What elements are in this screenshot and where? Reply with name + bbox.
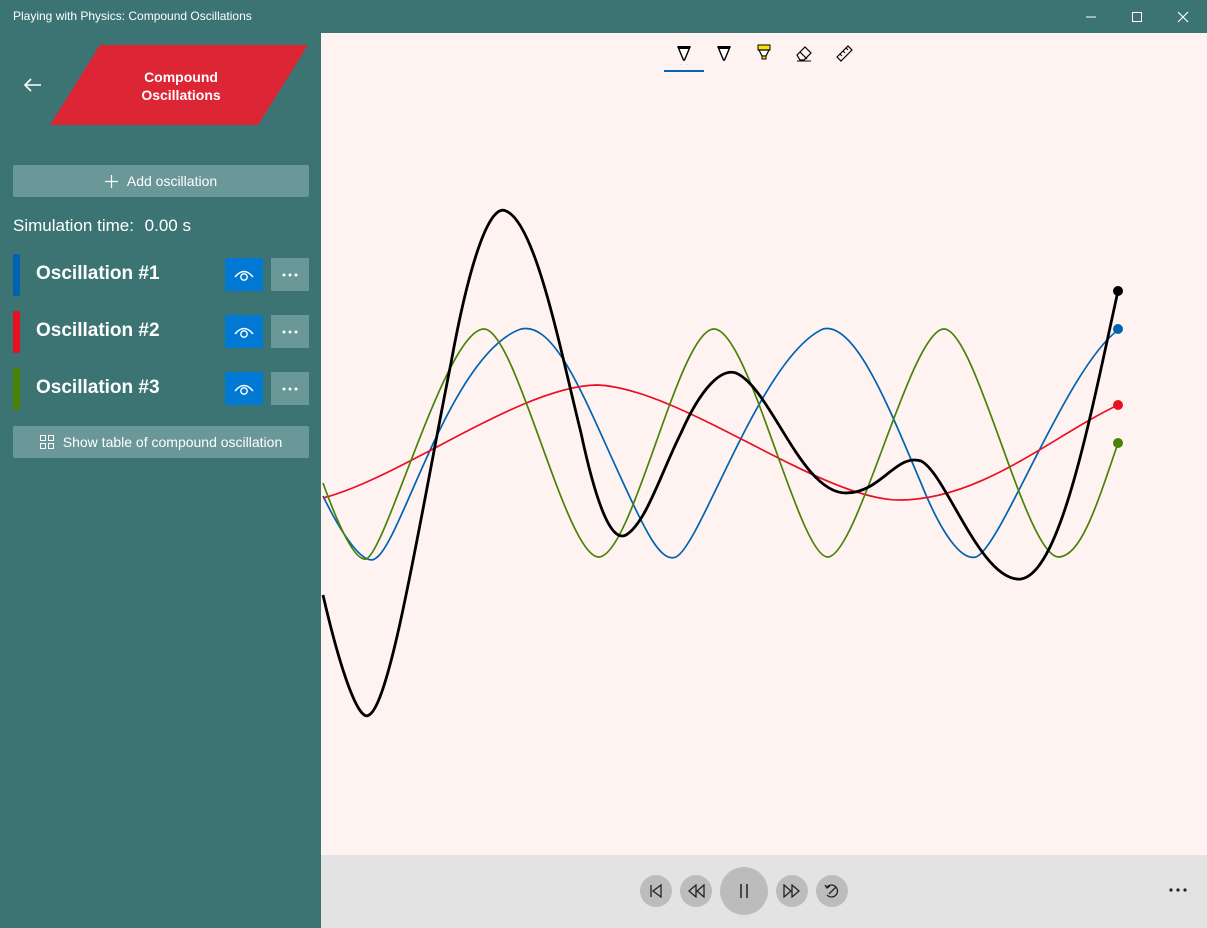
logo-title-line-2: Oscillations — [141, 87, 221, 103]
maximize-icon — [1132, 11, 1142, 22]
pause-button[interactable] — [720, 867, 768, 915]
fast-forward-button[interactable] — [776, 875, 808, 907]
rewind-icon — [688, 884, 705, 898]
rewind-button[interactable] — [680, 875, 712, 907]
oscillation-options-button[interactable] — [271, 372, 309, 405]
simulation-time-label: Simulation time: — [13, 216, 134, 235]
oscillation-color-swatch — [13, 254, 20, 296]
compound-oscillation-line — [321, 208, 1120, 718]
more-horizontal-icon — [1169, 888, 1187, 892]
eye-icon — [234, 327, 254, 338]
skip-to-start-button[interactable] — [640, 875, 672, 907]
back-button[interactable] — [18, 73, 48, 97]
oscillation-canvas[interactable] — [321, 33, 1207, 855]
oscillation-row-3[interactable]: Oscillation #3 — [13, 368, 309, 410]
reset-icon — [824, 884, 839, 898]
oscillation-color-swatch — [13, 311, 20, 353]
compound-oscillation-endpoint — [1113, 286, 1123, 296]
add-oscillation-button[interactable]: Add oscillation — [13, 165, 309, 197]
oscillation-plot-layer — [321, 208, 1123, 718]
more-horizontal-icon — [282, 330, 298, 333]
oscillation-2-endpoint — [1113, 400, 1123, 410]
more-horizontal-icon — [282, 273, 298, 276]
app-logo: Compound Oscillations — [50, 45, 308, 125]
pause-icon — [740, 884, 748, 898]
maximize-button[interactable] — [1114, 0, 1160, 33]
oscillation-options-button[interactable] — [271, 315, 309, 348]
minimize-icon — [1086, 16, 1096, 17]
close-icon — [1177, 11, 1189, 22]
close-button[interactable] — [1160, 0, 1206, 33]
arrow-left-icon — [24, 78, 41, 92]
visibility-toggle-button[interactable] — [225, 315, 263, 348]
oscillation-1-endpoint — [1113, 324, 1123, 334]
oscillation-label: Oscillation #3 — [36, 377, 160, 398]
oscillation-row-2[interactable]: Oscillation #2 — [13, 311, 309, 353]
oscillation-3-endpoint — [1113, 438, 1123, 448]
oscillation-label: Oscillation #2 — [36, 320, 160, 341]
show-table-label: Show table of compound oscillation — [62, 434, 283, 450]
playback-bar — [321, 855, 1207, 928]
more-horizontal-icon — [282, 387, 298, 390]
visibility-toggle-button[interactable] — [225, 258, 263, 291]
logo-title-line-1: Compound — [144, 69, 218, 85]
oscillation-options-button[interactable] — [271, 258, 309, 291]
eye-icon — [234, 384, 254, 395]
title-bar: Playing with Physics: Compound Oscillati… — [0, 0, 1207, 33]
visibility-toggle-button[interactable] — [225, 372, 263, 405]
window-title: Playing with Physics: Compound Oscillati… — [13, 9, 252, 23]
simulation-time-value: 0.00 s — [144, 216, 191, 235]
oscillation-label: Oscillation #1 — [36, 263, 160, 284]
skip-to-start-icon — [650, 884, 662, 898]
fast-forward-icon — [783, 884, 800, 898]
oscillation-color-swatch — [13, 368, 20, 410]
show-table-button[interactable]: Show table of compound oscillation — [13, 426, 309, 458]
oscillation-row-1[interactable]: Oscillation #1 — [13, 254, 309, 296]
simulation-time: Simulation time: 0.00 s — [13, 216, 191, 236]
grid-icon — [39, 435, 54, 449]
eye-icon — [234, 270, 254, 281]
plus-icon — [104, 174, 118, 188]
more-options-button[interactable] — [1165, 877, 1191, 903]
sidebar: Compound Oscillations Add oscillation Si… — [0, 33, 321, 928]
minimize-button[interactable] — [1068, 0, 1114, 33]
reset-button[interactable] — [816, 875, 848, 907]
add-oscillation-label: Add oscillation — [126, 173, 218, 189]
